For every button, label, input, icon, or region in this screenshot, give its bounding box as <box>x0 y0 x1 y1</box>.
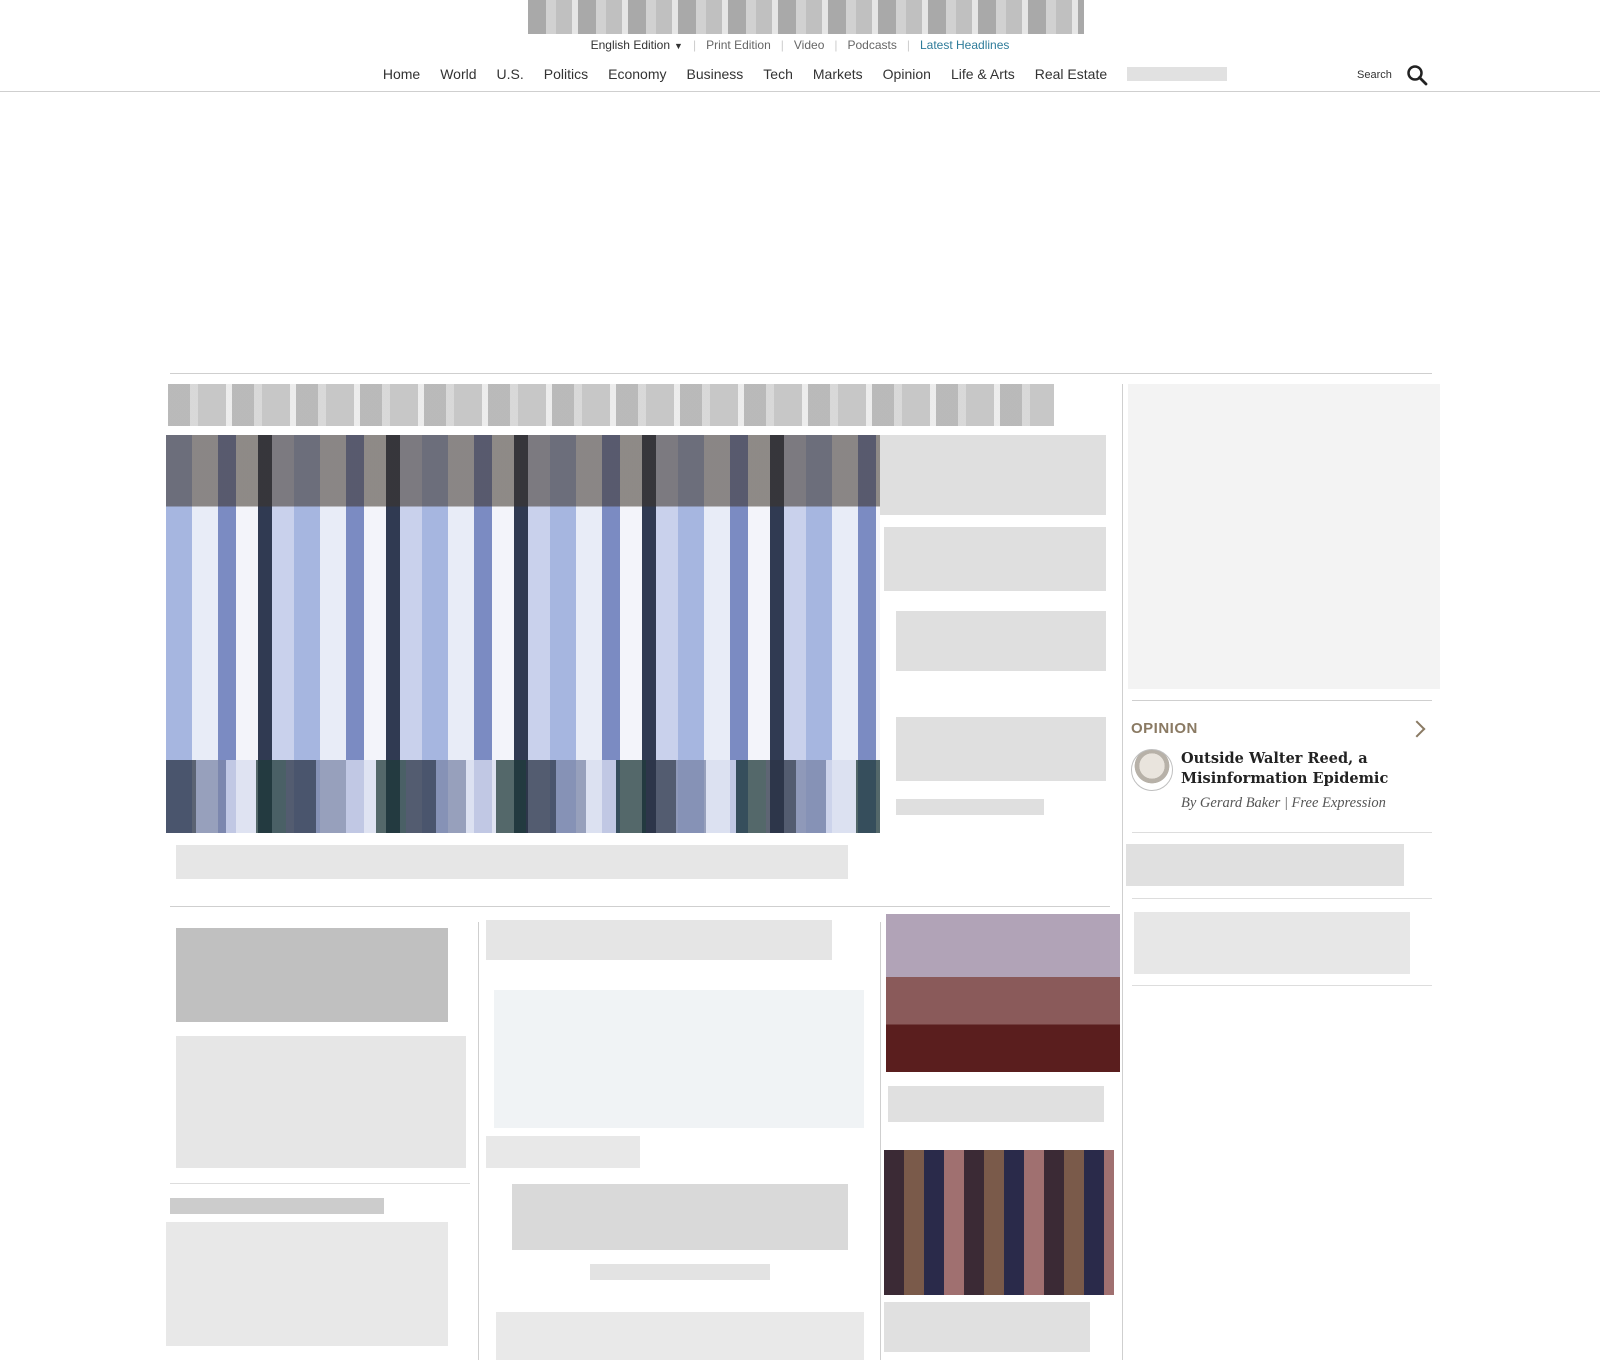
story-byline <box>590 1264 770 1280</box>
section-divider <box>170 906 1110 907</box>
chart-caption <box>486 1136 640 1168</box>
opinion-story[interactable] <box>1134 912 1410 974</box>
column-divider <box>478 922 479 1360</box>
ad-space <box>0 92 1600 372</box>
lead-headline[interactable] <box>168 384 1054 426</box>
sub-navigation: English Edition ▼ | Print Edition | Video… <box>0 37 1600 53</box>
nav-item-real-estate[interactable]: Real Estate <box>1025 66 1117 82</box>
opinion-header[interactable]: OPINION <box>1131 720 1431 737</box>
nav-item-opinion[interactable]: Opinion <box>873 66 941 82</box>
nav-item-tech[interactable]: Tech <box>753 66 803 82</box>
lead-sidebar-stories <box>880 435 1106 835</box>
video-link[interactable]: Video <box>784 38 834 52</box>
story-headline[interactable] <box>176 928 448 1022</box>
chart-headline[interactable] <box>486 920 832 960</box>
right-divider <box>1132 898 1432 899</box>
opinion-label: OPINION <box>1131 720 1198 737</box>
side-story-5[interactable] <box>896 799 1044 815</box>
column-divider <box>880 922 881 1360</box>
lead-photo-detail <box>166 760 880 833</box>
nav-item-home[interactable]: Home <box>373 66 430 82</box>
nav-item-economy[interactable]: Economy <box>598 66 676 82</box>
search-label: Search <box>1357 69 1392 81</box>
right-divider <box>1132 985 1432 986</box>
nav-item-business[interactable]: Business <box>676 66 753 82</box>
market-chart[interactable] <box>494 990 864 1128</box>
opinion-story[interactable] <box>1126 844 1404 886</box>
edition-label: English Edition <box>590 38 671 52</box>
story-headline[interactable] <box>512 1184 848 1250</box>
masthead-logo[interactable] <box>528 0 1084 34</box>
column-divider <box>1122 384 1123 1360</box>
search-icon[interactable] <box>1406 64 1428 86</box>
right-divider <box>1132 700 1432 701</box>
story-thumbnail[interactable] <box>884 1150 1114 1295</box>
story-headline[interactable] <box>888 1086 1104 1122</box>
story-headline[interactable] <box>884 1302 1090 1352</box>
nav-item-blurred[interactable] <box>1127 67 1228 81</box>
latest-headlines-link[interactable]: Latest Headlines <box>910 38 1019 52</box>
story-thumbnail[interactable] <box>886 914 1120 1072</box>
opinion-module: OPINION Outside Walter Reed, a Misinform… <box>1131 720 1431 812</box>
nav-item-us[interactable]: U.S. <box>487 66 534 82</box>
opinion-byline: By Gerard Baker | Free Expression <box>1181 795 1386 811</box>
side-story-3[interactable] <box>896 611 1106 671</box>
story-divider <box>170 1183 470 1184</box>
search-button[interactable]: Search <box>1357 64 1428 86</box>
edition-selector[interactable]: English Edition ▼ <box>581 38 693 52</box>
story-summary <box>176 1036 466 1168</box>
nav-item-life-arts[interactable]: Life & Arts <box>941 66 1025 82</box>
chevron-right-icon[interactable] <box>1408 720 1426 737</box>
nav-item-world[interactable]: World <box>430 66 486 82</box>
markets-widget[interactable] <box>1128 384 1440 689</box>
lead-summary <box>176 845 848 879</box>
print-edition-link[interactable]: Print Edition <box>696 38 781 52</box>
opinion-headline[interactable]: Outside Walter Reed, a Misinformation Ep… <box>1181 749 1431 789</box>
section-divider <box>170 373 1432 374</box>
avatar <box>1131 749 1173 791</box>
story-summary <box>166 1222 448 1346</box>
side-story-4[interactable] <box>896 717 1106 781</box>
side-story-1[interactable] <box>880 435 1106 515</box>
opinion-article[interactable]: Outside Walter Reed, a Misinformation Ep… <box>1131 749 1431 812</box>
caret-down-icon: ▼ <box>674 41 683 51</box>
nav-item-markets[interactable]: Markets <box>803 66 873 82</box>
right-divider <box>1132 832 1432 833</box>
story-headline[interactable] <box>170 1198 384 1214</box>
story-summary <box>496 1312 864 1360</box>
side-story-2[interactable] <box>884 527 1106 591</box>
podcasts-link[interactable]: Podcasts <box>838 38 907 52</box>
nav-item-politics[interactable]: Politics <box>534 66 598 82</box>
